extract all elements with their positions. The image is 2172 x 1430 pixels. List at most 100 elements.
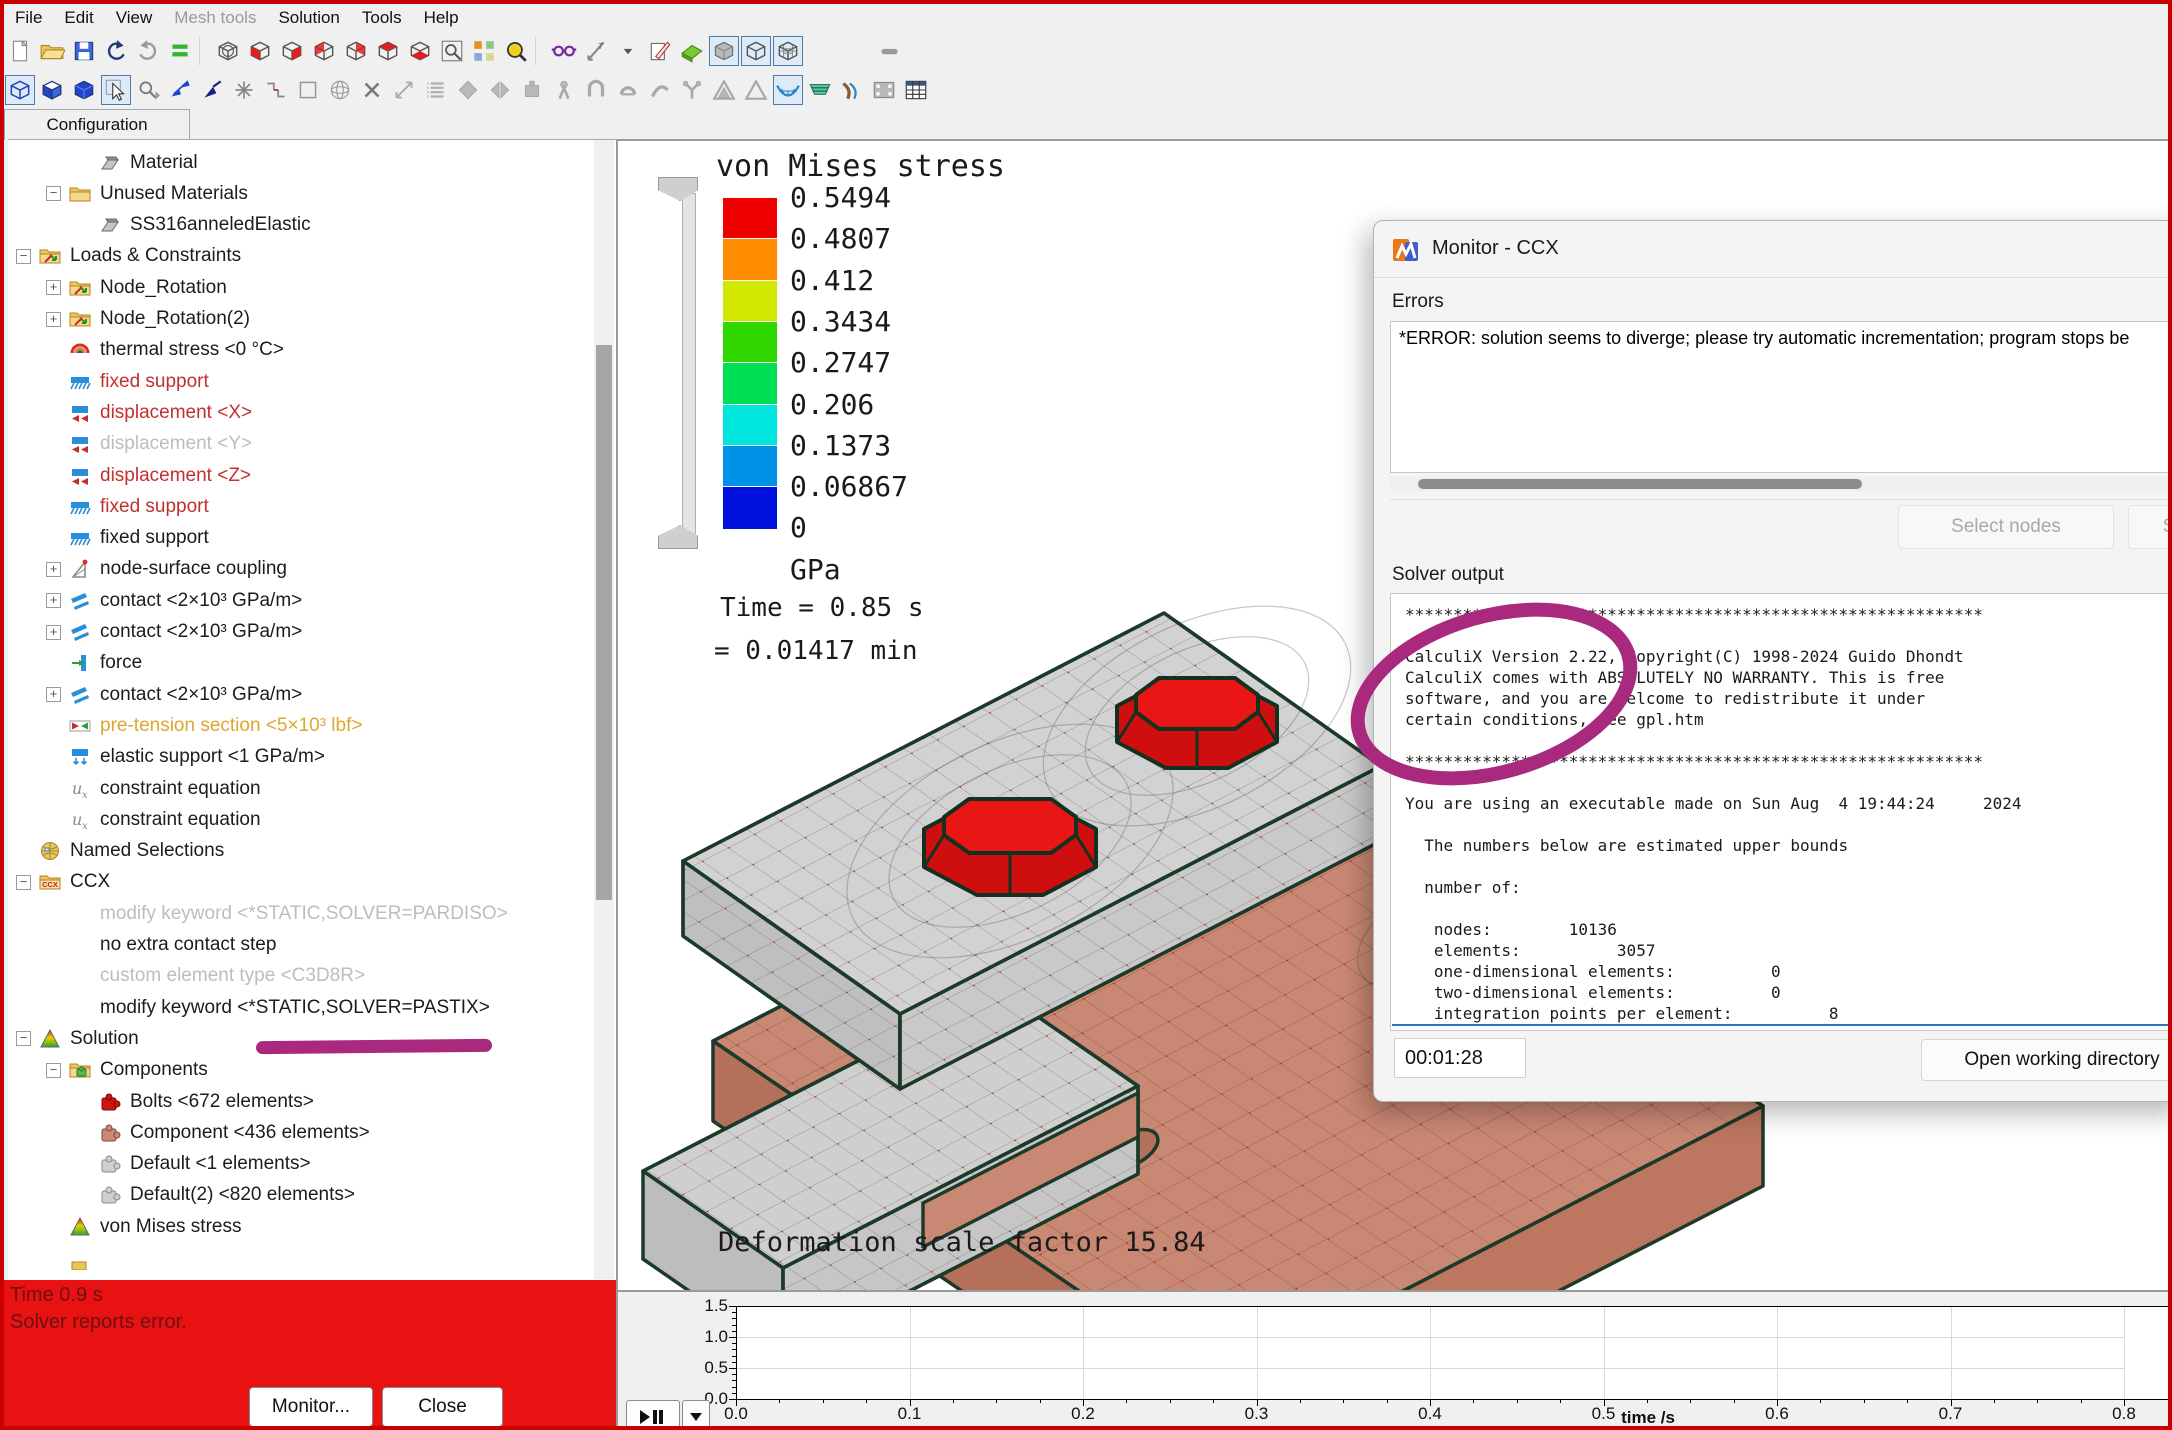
arrow-dark-icon[interactable] — [197, 75, 227, 105]
tree-item-loads-constraints[interactable]: −Loads & Constraints — [16, 241, 241, 272]
view-left-icon[interactable] — [309, 36, 339, 66]
glasses-icon[interactable] — [549, 36, 579, 66]
cutoff-button[interactable]: S — [2128, 505, 2172, 549]
menu-edit[interactable]: Edit — [53, 6, 104, 30]
g8-icon[interactable] — [677, 75, 707, 105]
menu-help[interactable]: Help — [413, 6, 470, 30]
menu-file[interactable]: File — [4, 6, 53, 30]
monitor-button[interactable]: Monitor... — [249, 1387, 373, 1427]
film-icon[interactable] — [869, 75, 899, 105]
tree-item-fixed-support[interactable]: fixed support — [46, 523, 209, 554]
mesh-green-icon[interactable] — [805, 75, 835, 105]
tree-item-node-surface-coupling[interactable]: +node-surface coupling — [46, 554, 287, 585]
select-cursor-icon[interactable] — [101, 75, 131, 105]
square-outline-icon[interactable] — [293, 75, 323, 105]
tree-item-contact-2-10-gpa-m[interactable]: +contact <2×10³ GPa/m> — [46, 585, 302, 616]
dialog-title-bar[interactable]: Monitor - CCX — [1374, 221, 2172, 278]
save-icon[interactable] — [69, 36, 99, 66]
redo-icon[interactable] — [133, 36, 163, 66]
tree-item-material[interactable]: Material — [76, 147, 198, 178]
view-front-icon[interactable] — [245, 36, 275, 66]
open-working-directory-button[interactable]: Open working directory — [1921, 1039, 2172, 1081]
tree-item-solution[interactable]: −Solution — [16, 1023, 139, 1054]
tree-item-component-436-elements[interactable]: Component <436 elements> — [76, 1117, 370, 1148]
open-folder-icon[interactable] — [37, 36, 67, 66]
dash-icon[interactable] — [875, 36, 905, 66]
tree-expander-minus[interactable]: − — [16, 249, 31, 264]
query-icon[interactable] — [501, 36, 531, 66]
menu-view[interactable]: View — [105, 6, 164, 30]
tree-expander-plus[interactable]: + — [46, 280, 61, 295]
view-top-icon[interactable] — [373, 36, 403, 66]
arrows-blue-icon[interactable] — [165, 75, 195, 105]
eraser-icon[interactable] — [677, 36, 707, 66]
tree-item-custom-element-type-c3d8r[interactable]: custom element type <C3D8R> — [46, 961, 365, 992]
tree-item-displacement-z[interactable]: displacement <Z> — [46, 460, 251, 491]
tree-item-fixed-support[interactable]: fixed support — [46, 491, 209, 522]
shaded-view-icon[interactable] — [709, 36, 739, 66]
tree-item-displacement-x[interactable]: displacement <X> — [46, 397, 252, 428]
tree-item-contact-2-10-gpa-m[interactable]: +contact <2×10³ GPa/m> — [46, 617, 302, 648]
g1-icon[interactable] — [453, 75, 483, 105]
g3-icon[interactable] — [517, 75, 547, 105]
legend-slider-track[interactable] — [682, 193, 696, 541]
explode-icon[interactable] — [229, 75, 259, 105]
tree-item-no-extra-contact-step[interactable]: no extra contact step — [46, 930, 276, 961]
tree-expander-minus[interactable]: − — [16, 875, 31, 890]
tree-item-default-2-820-elements[interactable]: Default(2) <820 elements> — [76, 1180, 355, 1211]
tab-configuration[interactable]: Configuration — [4, 109, 190, 140]
wireframe-view-icon[interactable] — [741, 36, 771, 66]
new-file-icon[interactable] — [5, 36, 35, 66]
tree-item-ccx[interactable]: −CCXCCX — [16, 867, 110, 898]
list-gray-icon[interactable] — [421, 75, 451, 105]
chart-options-dropdown[interactable] — [682, 1400, 710, 1430]
tree-item-fixed-support[interactable]: fixed support — [46, 366, 209, 397]
errors-hscrollbar[interactable] — [1390, 477, 2172, 491]
undo-icon[interactable] — [101, 36, 131, 66]
tree-expander-plus[interactable]: + — [46, 687, 61, 702]
delete-x-icon[interactable] — [357, 75, 387, 105]
tree-item-node-rotation-2[interactable]: +Node_Rotation(2) — [46, 304, 250, 335]
tree-expander-minus[interactable]: − — [16, 1031, 31, 1046]
errors-hscrollbar-thumb[interactable] — [1418, 479, 1862, 489]
tree-item-modify-keyword-static-solver-pastix[interactable]: modify keyword <*STATIC,SOLVER=PASTIX> — [46, 992, 490, 1023]
g7-icon[interactable] — [645, 75, 675, 105]
cube-blue-icon[interactable] — [37, 75, 67, 105]
table-grid-icon[interactable] — [901, 75, 931, 105]
tree-expander-minus[interactable]: − — [46, 186, 61, 201]
tree-item-node-rotation[interactable]: +Node_Rotation — [46, 272, 227, 303]
fit-screen-icon[interactable] — [469, 36, 499, 66]
tree-item-bolts-672-elements[interactable]: Bolts <672 elements> — [76, 1086, 314, 1117]
select-nodes-button[interactable]: Select nodes — [1898, 505, 2114, 549]
tree-expander-plus[interactable]: + — [46, 625, 61, 640]
measure-icon[interactable]: 7 — [581, 36, 611, 66]
menu-solution[interactable]: Solution — [267, 6, 350, 30]
tree-scrollbar-thumb[interactable] — [596, 345, 612, 900]
mesh-curve-icon[interactable] — [773, 75, 803, 105]
tree-item-contact-2-10-gpa-m[interactable]: +contact <2×10³ GPa/m> — [46, 679, 302, 710]
tree-item-von-mises-stress[interactable]: von Mises stress — [46, 1211, 241, 1242]
tree-item-thermal-stress-0-c[interactable]: thermal stress <0 °C> — [46, 335, 284, 366]
zoom-box-icon[interactable] — [437, 36, 467, 66]
break-icon[interactable] — [261, 75, 291, 105]
tree-item-default-1-elements[interactable]: Default <1 elements> — [76, 1149, 311, 1180]
view-back-icon[interactable] — [277, 36, 307, 66]
errors-textbox[interactable]: *ERROR: solution seems to diverge; pleas… — [1390, 321, 2172, 473]
menu-tools[interactable]: Tools — [351, 6, 413, 30]
g10-icon[interactable] — [741, 75, 771, 105]
tree-expander-plus[interactable]: + — [46, 593, 61, 608]
tree-item-ss316anneledelastic[interactable]: SS316anneledElastic — [76, 210, 311, 241]
sketch-icon[interactable] — [645, 36, 675, 66]
solver-output-textbox[interactable]: ****************************************… — [1390, 593, 2172, 1031]
tree-item-named-selections[interactable]: Named Selections — [16, 836, 224, 867]
close-button[interactable]: Close — [382, 1387, 503, 1427]
resize-gray-icon[interactable] — [389, 75, 419, 105]
view-bottom-icon[interactable] — [405, 36, 435, 66]
tree-item-unused-materials[interactable]: −Unused Materials — [46, 178, 248, 209]
mesh-view-icon[interactable] — [773, 36, 803, 66]
tree-expander-plus[interactable]: + — [46, 562, 61, 577]
cube-solid-icon[interactable] — [69, 75, 99, 105]
g6-icon[interactable] — [613, 75, 643, 105]
sphere-wire-icon[interactable] — [325, 75, 355, 105]
section-bars-icon[interactable] — [165, 36, 195, 66]
